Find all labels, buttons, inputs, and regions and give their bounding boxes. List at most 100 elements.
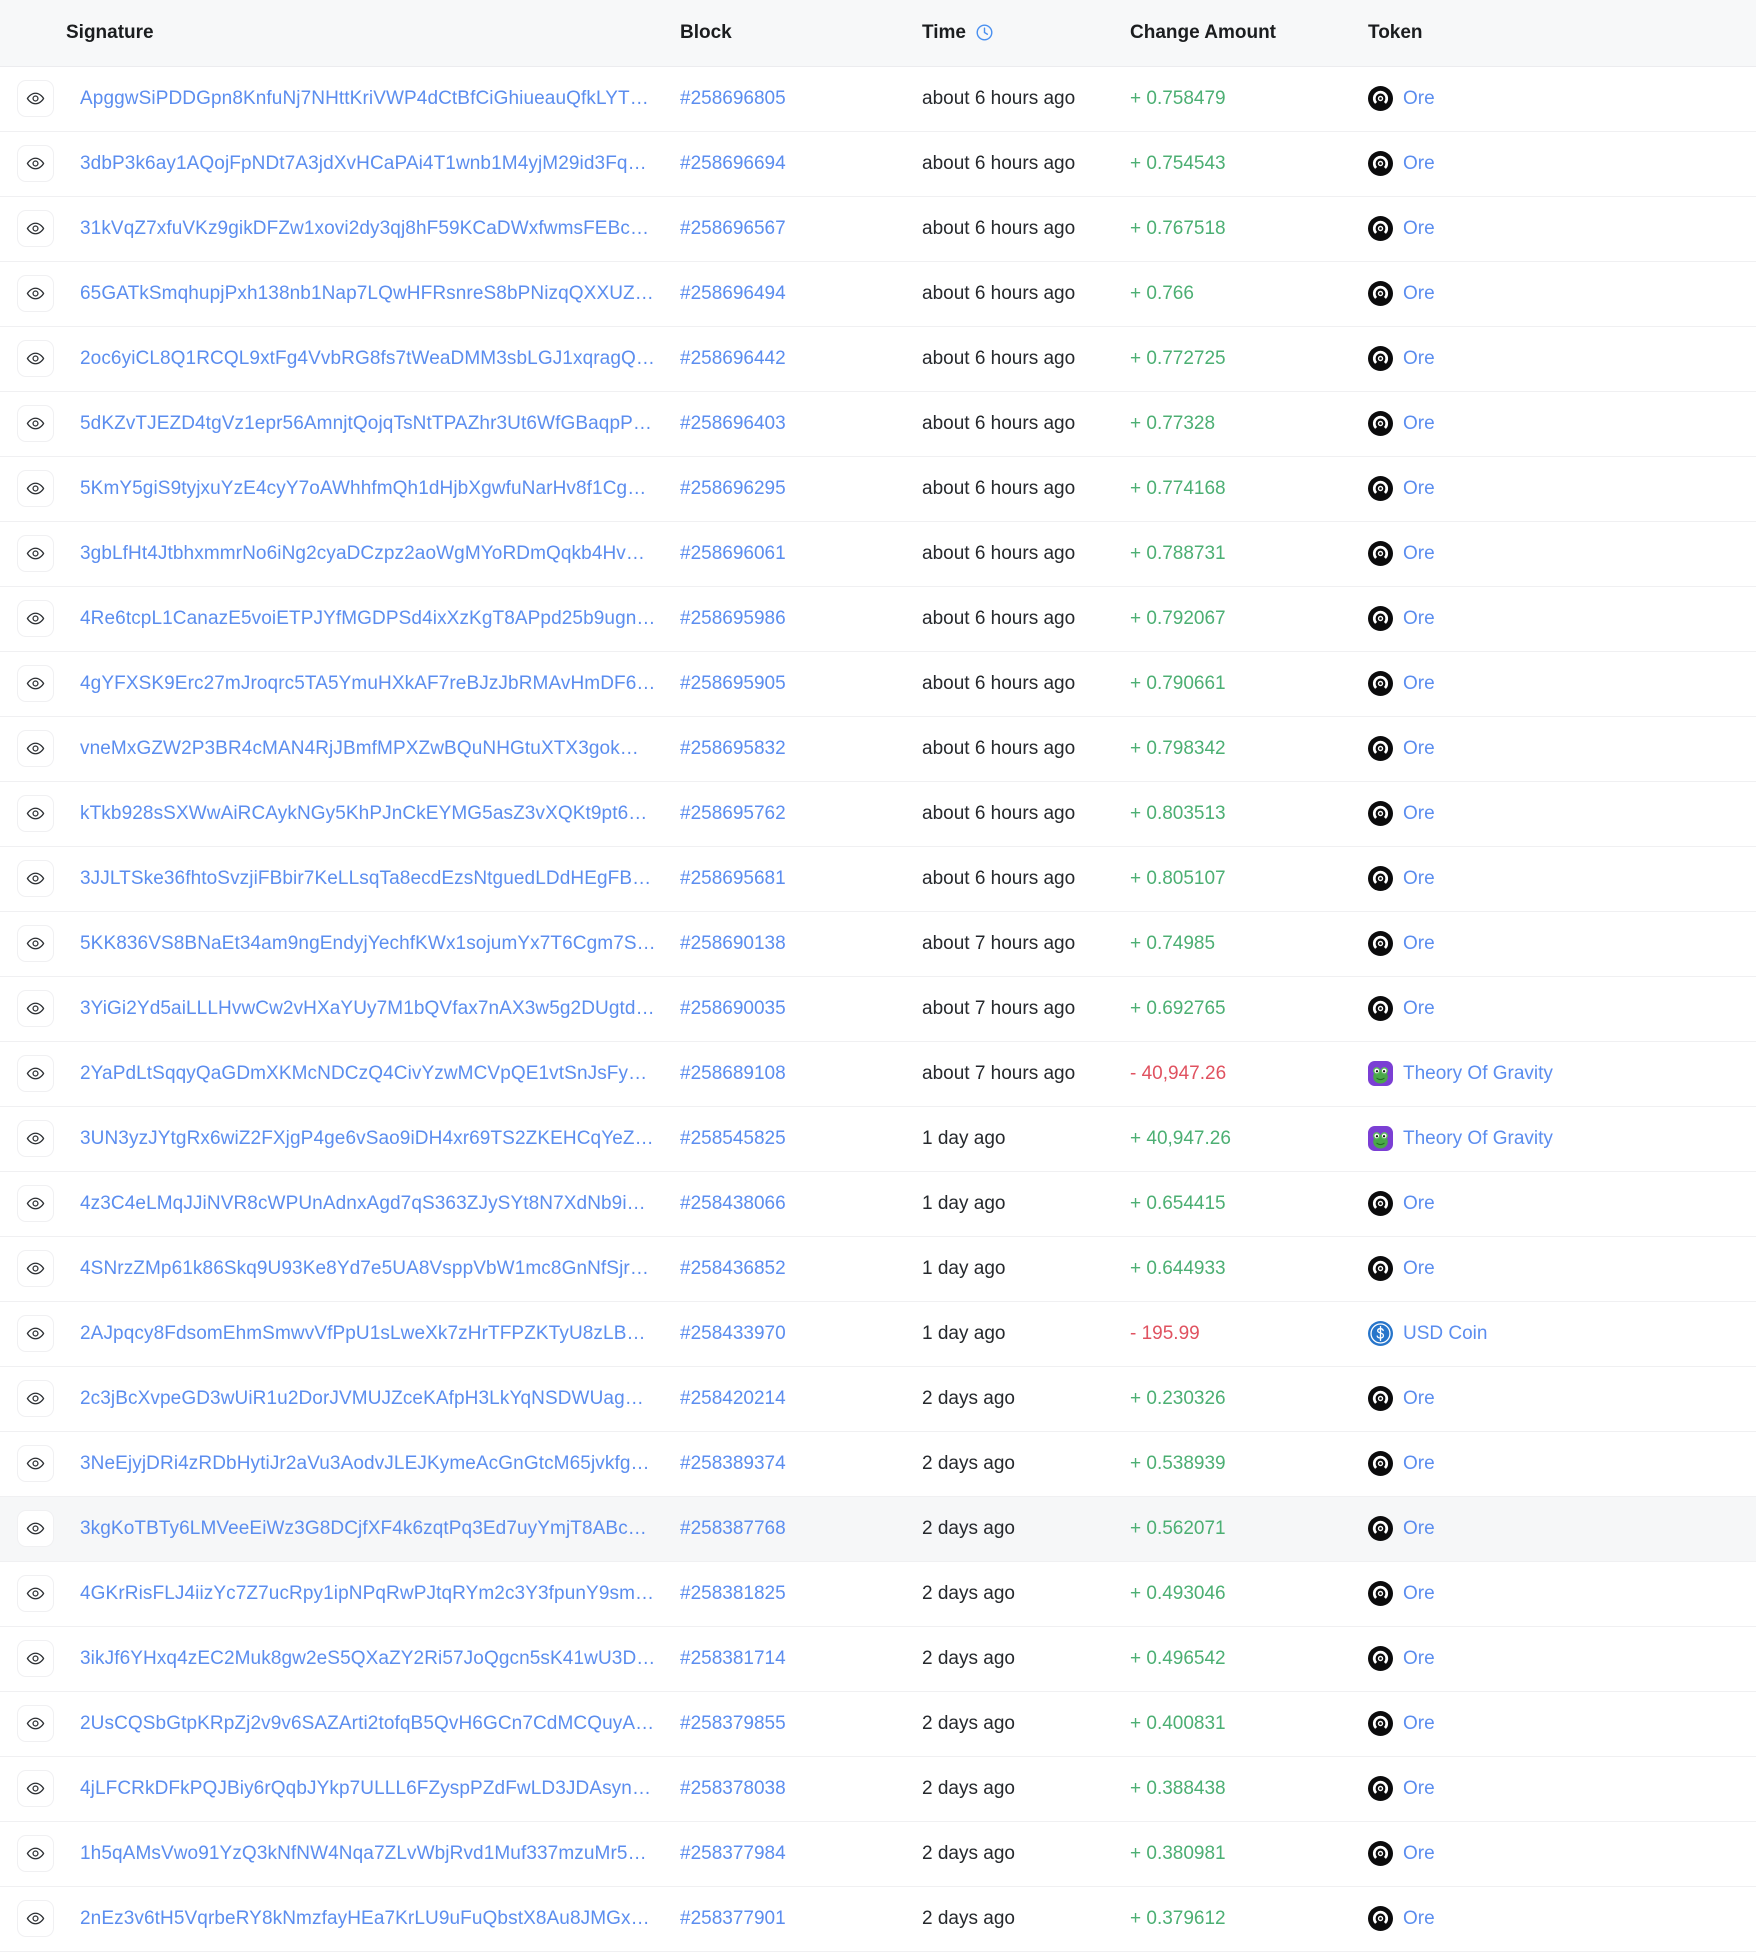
table-row[interactable]: 5KmY5giS9tyjxuYzE4cyY7oAWhhfmQh1dHjbXgwf… bbox=[0, 456, 1756, 521]
token-link[interactable]: Ore bbox=[1403, 1193, 1435, 1215]
block-link[interactable]: #258696567 bbox=[680, 218, 786, 239]
token-link[interactable]: Ore bbox=[1403, 1518, 1435, 1540]
eye-icon[interactable] bbox=[17, 795, 54, 832]
column-header-time[interactable]: Time bbox=[922, 0, 1130, 67]
eye-icon[interactable] bbox=[17, 1510, 54, 1547]
token-link[interactable]: Ore bbox=[1403, 543, 1435, 565]
block-link[interactable]: #258695905 bbox=[680, 673, 786, 694]
token-link[interactable]: Ore bbox=[1403, 1778, 1435, 1800]
table-row[interactable]: vneMxGZW2P3BR4cMAN4RjJBmfMPXZwBQuNHGtuXT… bbox=[0, 716, 1756, 781]
column-header-signature[interactable]: Signature bbox=[66, 0, 680, 67]
token-link[interactable]: USD Coin bbox=[1403, 1323, 1487, 1345]
block-link[interactable]: #258381825 bbox=[680, 1583, 786, 1604]
eye-icon[interactable] bbox=[17, 860, 54, 897]
block-link[interactable]: #258695832 bbox=[680, 738, 786, 759]
column-header-change-amount[interactable]: Change Amount bbox=[1130, 0, 1368, 67]
block-link[interactable]: #258438066 bbox=[680, 1193, 786, 1214]
block-link[interactable]: #258696295 bbox=[680, 478, 786, 499]
eye-icon[interactable] bbox=[17, 1770, 54, 1807]
block-link[interactable]: #258545825 bbox=[680, 1128, 786, 1149]
eye-icon[interactable] bbox=[17, 210, 54, 247]
token-link[interactable]: Theory Of Gravity bbox=[1403, 1128, 1553, 1150]
block-link[interactable]: #258690035 bbox=[680, 998, 786, 1019]
token-link[interactable]: Ore bbox=[1403, 1453, 1435, 1475]
eye-icon[interactable] bbox=[17, 1055, 54, 1092]
table-row[interactable]: 3NeEjyjDRi4zRDbHytiJr2aVu3AodvJLEJKymeAc… bbox=[0, 1431, 1756, 1496]
token-link[interactable]: Ore bbox=[1403, 1388, 1435, 1410]
signature-link[interactable]: 2AJpqcy8FdsomEhmSmwvVfPpU1sLweXk7zHrTFPZ… bbox=[80, 1323, 656, 1345]
signature-link[interactable]: 31kVqZ7xfuVKz9gikDFZw1xovi2dy3qj8hF59KCa… bbox=[80, 218, 656, 240]
signature-link[interactable]: 3dbP3k6ay1AQojFpNDt7A3jdXvHCaPAi4T1wnb1M… bbox=[80, 153, 656, 175]
signature-link[interactable]: 1h5qAMsVwo91YzQ3kNfNW4Nqa7ZLvWbjRvd1Muf3… bbox=[80, 1843, 656, 1865]
block-link[interactable]: #258420214 bbox=[680, 1388, 786, 1409]
eye-icon[interactable] bbox=[17, 405, 54, 442]
eye-icon[interactable] bbox=[17, 990, 54, 1027]
block-link[interactable]: #258690138 bbox=[680, 933, 786, 954]
table-row[interactable]: 2UsCQSbGtpKRpZj2v9v6SAZArti2tofqB5QvH6GC… bbox=[0, 1691, 1756, 1756]
eye-icon[interactable] bbox=[17, 1835, 54, 1872]
block-link[interactable]: #258381714 bbox=[680, 1648, 786, 1669]
signature-link[interactable]: 5dKZvTJEZD4tgVz1epr56AmnjtQojqTsNtTPAZhr… bbox=[80, 413, 656, 435]
column-header-block[interactable]: Block bbox=[680, 0, 922, 67]
token-link[interactable]: Ore bbox=[1403, 868, 1435, 890]
block-link[interactable]: #258696805 bbox=[680, 88, 786, 109]
table-row[interactable]: 3dbP3k6ay1AQojFpNDt7A3jdXvHCaPAi4T1wnb1M… bbox=[0, 131, 1756, 196]
table-row[interactable]: 4GKrRisFLJ4iizYc7Z7ucRpy1ipNPqRwPJtqRYm2… bbox=[0, 1561, 1756, 1626]
signature-link[interactable]: 4SNrzZMp61k86Skq9U93Ke8Yd7e5UA8VsppVbW1m… bbox=[80, 1258, 656, 1280]
signature-link[interactable]: 3UN3yzJYtgRx6wiZ2FXjgP4ge6vSao9iDH4xr69T… bbox=[80, 1128, 656, 1150]
table-row[interactable]: 4z3C4eLMqJJiNVR8cWPUnAdnxAgd7qS363ZJySYt… bbox=[0, 1171, 1756, 1236]
signature-link[interactable]: 2YaPdLtSqqyQaGDmXKMcNDCzQ4CivYzwMCVpQE1v… bbox=[80, 1063, 656, 1085]
eye-icon[interactable] bbox=[17, 275, 54, 312]
token-link[interactable]: Ore bbox=[1403, 933, 1435, 955]
token-link[interactable]: Ore bbox=[1403, 348, 1435, 370]
table-row[interactable]: ApggwSiPDDGpn8KnfuNj7NHttKriVWP4dCtBfCiG… bbox=[0, 66, 1756, 131]
token-link[interactable]: Ore bbox=[1403, 673, 1435, 695]
block-link[interactable]: #258377901 bbox=[680, 1908, 786, 1929]
table-row[interactable]: 2oc6yiCL8Q1RCQL9xtFg4VvbRG8fs7tWeaDMM3sb… bbox=[0, 326, 1756, 391]
token-link[interactable]: Ore bbox=[1403, 1908, 1435, 1930]
signature-link[interactable]: 4z3C4eLMqJJiNVR8cWPUnAdnxAgd7qS363ZJySYt… bbox=[80, 1193, 656, 1215]
eye-icon[interactable] bbox=[17, 470, 54, 507]
signature-link[interactable]: 3gbLfHt4JtbhxmmrNo6iNg2cyaDCzpz2aoWgMYoR… bbox=[80, 543, 656, 565]
column-header-token[interactable]: Token bbox=[1368, 0, 1756, 67]
token-link[interactable]: Ore bbox=[1403, 88, 1435, 110]
block-link[interactable]: #258696694 bbox=[680, 153, 786, 174]
table-row[interactable]: 4jLFCRkDFkPQJBiy6rQqbJYkp7ULLL6FZyspPZdF… bbox=[0, 1756, 1756, 1821]
table-row[interactable]: 4gYFXSK9Erc27mJroqrc5TA5YmuHXkAF7reBJzJb… bbox=[0, 651, 1756, 716]
eye-icon[interactable] bbox=[17, 1445, 54, 1482]
signature-link[interactable]: ApggwSiPDDGpn8KnfuNj7NHttKriVWP4dCtBfCiG… bbox=[80, 88, 656, 110]
eye-icon[interactable] bbox=[17, 340, 54, 377]
clock-icon[interactable] bbox=[975, 23, 994, 42]
eye-icon[interactable] bbox=[17, 665, 54, 702]
signature-link[interactable]: 2UsCQSbGtpKRpZj2v9v6SAZArti2tofqB5QvH6GC… bbox=[80, 1713, 656, 1735]
table-row[interactable]: 1h5qAMsVwo91YzQ3kNfNW4Nqa7ZLvWbjRvd1Muf3… bbox=[0, 1821, 1756, 1886]
token-link[interactable]: Ore bbox=[1403, 998, 1435, 1020]
block-link[interactable]: #258689108 bbox=[680, 1063, 786, 1084]
token-link[interactable]: Ore bbox=[1403, 1648, 1435, 1670]
table-row[interactable]: 3JJLTSke36fhtoSvzjiFBbir7KeLLsqTa8ecdEzs… bbox=[0, 846, 1756, 911]
token-link[interactable]: Ore bbox=[1403, 283, 1435, 305]
block-link[interactable]: #258695681 bbox=[680, 868, 786, 889]
table-row[interactable]: 31kVqZ7xfuVKz9gikDFZw1xovi2dy3qj8hF59KCa… bbox=[0, 196, 1756, 261]
eye-icon[interactable] bbox=[17, 145, 54, 182]
table-row[interactable]: kTkb928sSXWwAiRCAykNGy5KhPJnCkEYMG5asZ3v… bbox=[0, 781, 1756, 846]
table-row[interactable]: 2c3jBcXvpeGD3wUiR1u2DorJVMUJZceKAfpH3LkY… bbox=[0, 1366, 1756, 1431]
table-row[interactable]: 65GATkSmqhupjPxh138nb1Nap7LQwHFRsnreS8bP… bbox=[0, 261, 1756, 326]
token-link[interactable]: Ore bbox=[1403, 1583, 1435, 1605]
signature-link[interactable]: vneMxGZW2P3BR4cMAN4RjJBmfMPXZwBQuNHGtuXT… bbox=[80, 738, 656, 760]
table-row[interactable]: 2YaPdLtSqqyQaGDmXKMcNDCzQ4CivYzwMCVpQE1v… bbox=[0, 1041, 1756, 1106]
signature-link[interactable]: 2oc6yiCL8Q1RCQL9xtFg4VvbRG8fs7tWeaDMM3sb… bbox=[80, 348, 656, 370]
signature-link[interactable]: 3YiGi2Yd5aiLLLHvwCw2vHXaYUy7M1bQVfax7nAX… bbox=[80, 998, 656, 1020]
token-link[interactable]: Ore bbox=[1403, 1713, 1435, 1735]
table-row[interactable]: 3ikJf6YHxq4zEC2Muk8gw2eS5QXaZY2Ri57JoQgc… bbox=[0, 1626, 1756, 1691]
block-link[interactable]: #258695986 bbox=[680, 608, 786, 629]
signature-link[interactable]: 3JJLTSke36fhtoSvzjiFBbir7KeLLsqTa8ecdEzs… bbox=[80, 868, 656, 890]
table-row[interactable]: 3YiGi2Yd5aiLLLHvwCw2vHXaYUy7M1bQVfax7nAX… bbox=[0, 976, 1756, 1041]
block-link[interactable]: #258696442 bbox=[680, 348, 786, 369]
table-row[interactable]: 3UN3yzJYtgRx6wiZ2FXjgP4ge6vSao9iDH4xr69T… bbox=[0, 1106, 1756, 1171]
block-link[interactable]: #258696403 bbox=[680, 413, 786, 434]
table-row[interactable]: 2AJpqcy8FdsomEhmSmwvVfPpU1sLweXk7zHrTFPZ… bbox=[0, 1301, 1756, 1366]
block-link[interactable]: #258695762 bbox=[680, 803, 786, 824]
block-link[interactable]: #258696061 bbox=[680, 543, 786, 564]
eye-icon[interactable] bbox=[17, 535, 54, 572]
